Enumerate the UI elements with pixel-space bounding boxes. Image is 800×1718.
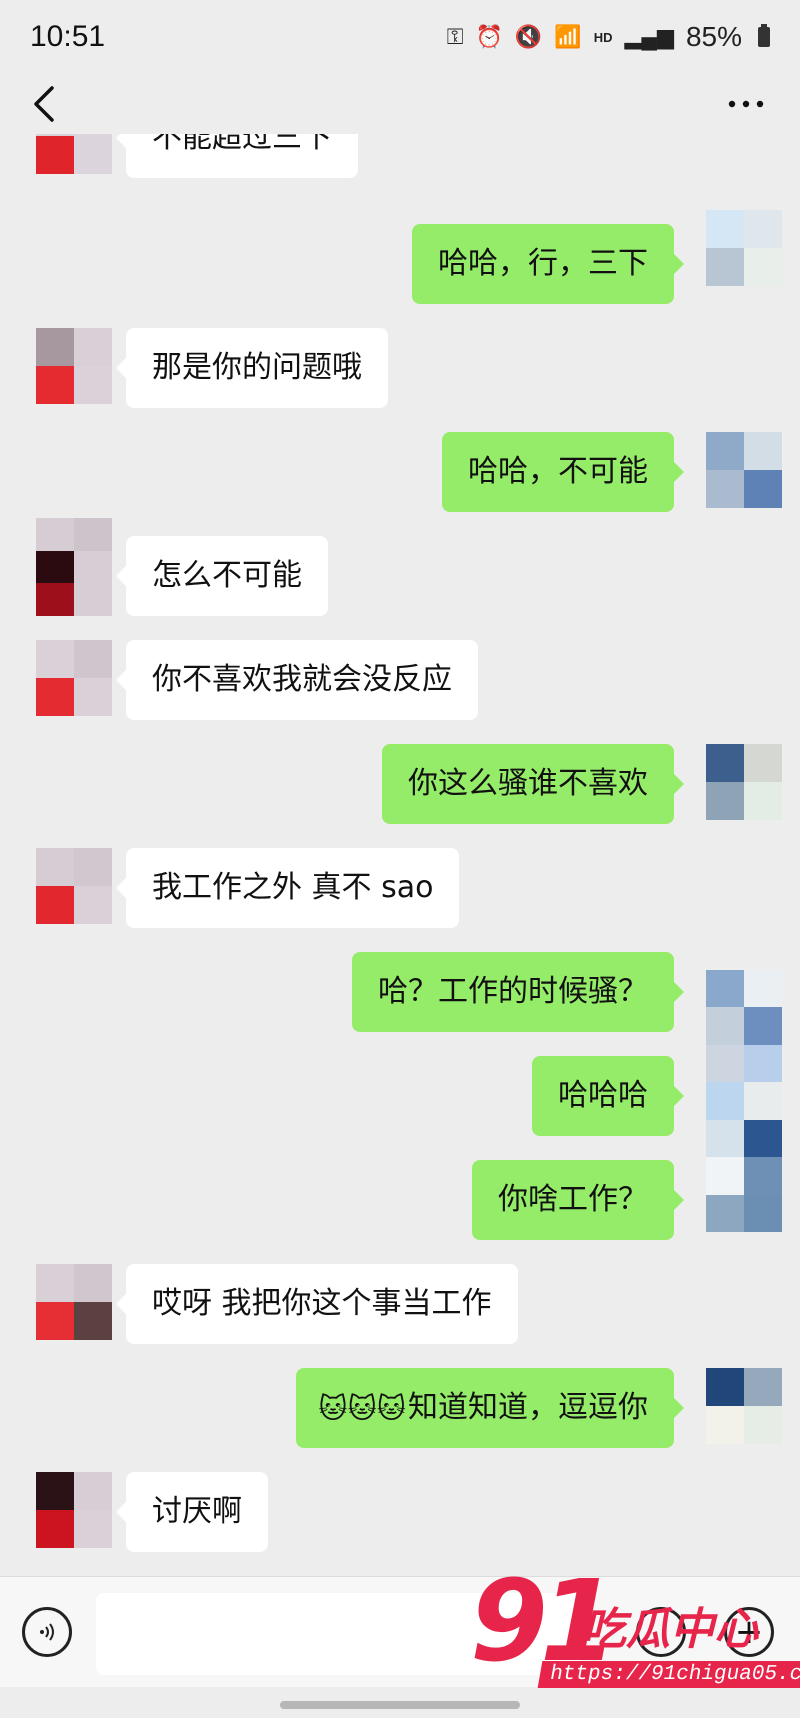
more-options-icon[interactable] bbox=[726, 94, 766, 114]
avatar[interactable] bbox=[36, 134, 112, 174]
message-bubble-outgoing[interactable]: 哈哈，不可能 bbox=[442, 432, 684, 512]
watermark-logo: 91 吃瓜中心 https://91chigua05.com bbox=[470, 1557, 800, 1705]
message-text: 知道知道，逗逗你 bbox=[408, 1390, 648, 1425]
avatar[interactable] bbox=[36, 518, 112, 616]
message-bubble-incoming[interactable]: 不能超过三下 bbox=[116, 134, 358, 178]
message-bubble-outgoing[interactable]: 你这么骚谁不喜欢 bbox=[382, 744, 684, 824]
avatar[interactable] bbox=[36, 640, 112, 716]
home-indicator[interactable] bbox=[280, 1701, 520, 1709]
mute-icon: 🔇 bbox=[514, 24, 543, 49]
message-bubble-outgoing[interactable]: 哈哈哈 bbox=[532, 1056, 684, 1136]
avatar[interactable] bbox=[706, 210, 782, 286]
avatar[interactable] bbox=[706, 432, 782, 508]
message-bubble-incoming[interactable]: 哎呀 我把你这个事当工作 bbox=[116, 1264, 518, 1344]
battery-percent: 85% bbox=[685, 21, 742, 52]
message-bubble-outgoing[interactable]: 🐱🐱🐱知道知道，逗逗你 bbox=[296, 1368, 684, 1448]
avatar[interactable] bbox=[706, 1368, 782, 1444]
signal-icon: ▂▄▆ bbox=[624, 24, 674, 49]
message-bubble-outgoing[interactable]: 你啥工作？ bbox=[472, 1160, 684, 1240]
message-bubble-incoming[interactable]: 我工作之外 真不 sao bbox=[115, 848, 460, 928]
key-icon: ⚿ bbox=[446, 24, 464, 49]
avatar[interactable] bbox=[706, 744, 782, 820]
status-bar: 10:51 ⚿ ⏰ 🔇 📶 HD ▂▄▆ 85% bbox=[0, 0, 800, 74]
back-icon[interactable] bbox=[26, 82, 66, 126]
avatar[interactable] bbox=[36, 328, 112, 404]
message-bubble-incoming[interactable]: 怎么不可能 bbox=[116, 536, 328, 616]
chat-header bbox=[0, 74, 800, 134]
status-icons: ⚿ ⏰ 🔇 📶 HD ▂▄▆ 85% bbox=[447, 21, 770, 53]
battery-icon bbox=[758, 24, 770, 47]
watermark-name: 吃瓜中心 bbox=[582, 1604, 758, 1655]
voice-wave-icon bbox=[40, 1623, 54, 1641]
avatar[interactable] bbox=[36, 848, 112, 924]
watermark-url: https://91chigua05.com bbox=[537, 1661, 800, 1688]
wifi-icon: 📶 bbox=[554, 24, 582, 49]
avatar[interactable] bbox=[706, 970, 782, 1232]
avatar[interactable] bbox=[36, 1264, 112, 1340]
message-bubble-outgoing[interactable]: 哈？工作的时候骚？ bbox=[352, 952, 684, 1032]
chat-message-list[interactable]: 不能超过三下 哈哈，行，三下 那是你的问题哦 哈哈，不可能 怎么不可能 你不喜欢… bbox=[0, 134, 800, 1574]
hd-label: HD bbox=[593, 29, 613, 45]
alarm-icon: ⏰ bbox=[475, 24, 503, 49]
message-bubble-incoming[interactable]: 那是你的问题哦 bbox=[116, 328, 388, 408]
voice-input-icon[interactable] bbox=[22, 1607, 72, 1657]
message-bubble-incoming[interactable]: 讨厌啊 bbox=[116, 1472, 268, 1552]
message-bubble-outgoing[interactable]: 哈哈，行，三下 bbox=[412, 224, 684, 304]
message-bubble-incoming[interactable]: 你不喜欢我就会没反应 bbox=[116, 640, 478, 720]
status-time: 10:51 bbox=[30, 20, 106, 53]
cat-emoji-icon: 🐱🐱🐱 bbox=[318, 1391, 406, 1425]
avatar[interactable] bbox=[36, 1472, 112, 1548]
